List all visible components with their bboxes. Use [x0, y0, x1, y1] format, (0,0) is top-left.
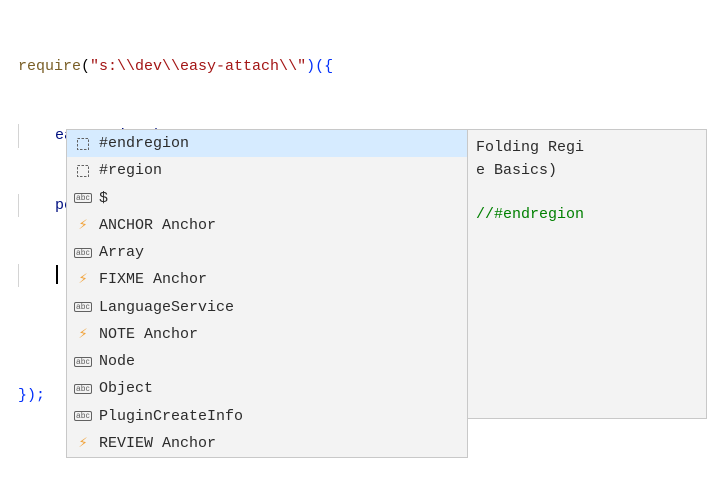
suggestion-label: LanguageService: [99, 296, 461, 319]
suggestion-detail-pane: Folding Regi e Basics) //#endregion: [468, 129, 707, 419]
event-icon: ⚡: [75, 435, 91, 451]
detail-comment: //#endregion: [476, 203, 698, 226]
suggestion-label: Array: [99, 241, 461, 264]
suggestion-label: Node: [99, 350, 461, 373]
keyword-icon: abc: [75, 190, 91, 206]
token-string: "s:\\dev\\easy-attach\\": [90, 58, 306, 75]
suggestion-item[interactable]: ⚡ REVIEW Anchor: [67, 430, 467, 457]
detail-line-2: e Basics): [476, 159, 698, 182]
suggestion-label: REVIEW Anchor: [99, 432, 461, 455]
suggestion-label: $: [99, 187, 461, 210]
suggestion-item[interactable]: #endregion: [67, 130, 467, 157]
suggestion-item[interactable]: abc LanguageService: [67, 294, 467, 321]
keyword-icon: abc: [75, 299, 91, 315]
token-punc: )({: [306, 58, 333, 75]
suggestion-popup[interactable]: #endregion #region abc $ ⚡ ANCHOR Anchor abc Ar…: [66, 129, 468, 458]
snippet-icon: [75, 163, 91, 179]
event-icon: ⚡: [75, 272, 91, 288]
code-line-1: require("s:\\dev\\easy-attach\\")({: [18, 55, 707, 78]
text-cursor: [56, 265, 58, 284]
detail-line-1: Folding Regi: [476, 136, 698, 159]
snippet-icon: [75, 136, 91, 152]
suggestion-label: Object: [99, 377, 461, 400]
keyword-icon: abc: [75, 354, 91, 370]
keyword-icon: abc: [75, 245, 91, 261]
suggestion-label: ANCHOR Anchor: [99, 214, 461, 237]
suggestion-item[interactable]: ⚡ NOTE Anchor: [67, 321, 467, 348]
suggestion-item[interactable]: abc PluginCreateInfo: [67, 403, 467, 430]
keyword-icon: abc: [75, 408, 91, 424]
event-icon: ⚡: [75, 326, 91, 342]
suggestion-item[interactable]: abc Array: [67, 239, 467, 266]
token-function: require: [18, 58, 81, 75]
keyword-icon: abc: [75, 381, 91, 397]
suggestion-item[interactable]: #region: [67, 157, 467, 184]
suggestion-item[interactable]: abc Node: [67, 348, 467, 375]
suggestion-label: #region: [99, 159, 461, 182]
event-icon: ⚡: [75, 217, 91, 233]
suggestion-label: FIXME Anchor: [99, 268, 461, 291]
suggestion-item[interactable]: ⚡ FIXME Anchor: [67, 266, 467, 293]
suggestion-item[interactable]: ⚡ ANCHOR Anchor: [67, 212, 467, 239]
suggestion-item[interactable]: abc $: [67, 185, 467, 212]
suggestion-label: NOTE Anchor: [99, 323, 461, 346]
suggestion-label: #endregion: [99, 132, 461, 155]
suggestion-label: PluginCreateInfo: [99, 405, 461, 428]
suggestion-item[interactable]: abc Object: [67, 375, 467, 402]
